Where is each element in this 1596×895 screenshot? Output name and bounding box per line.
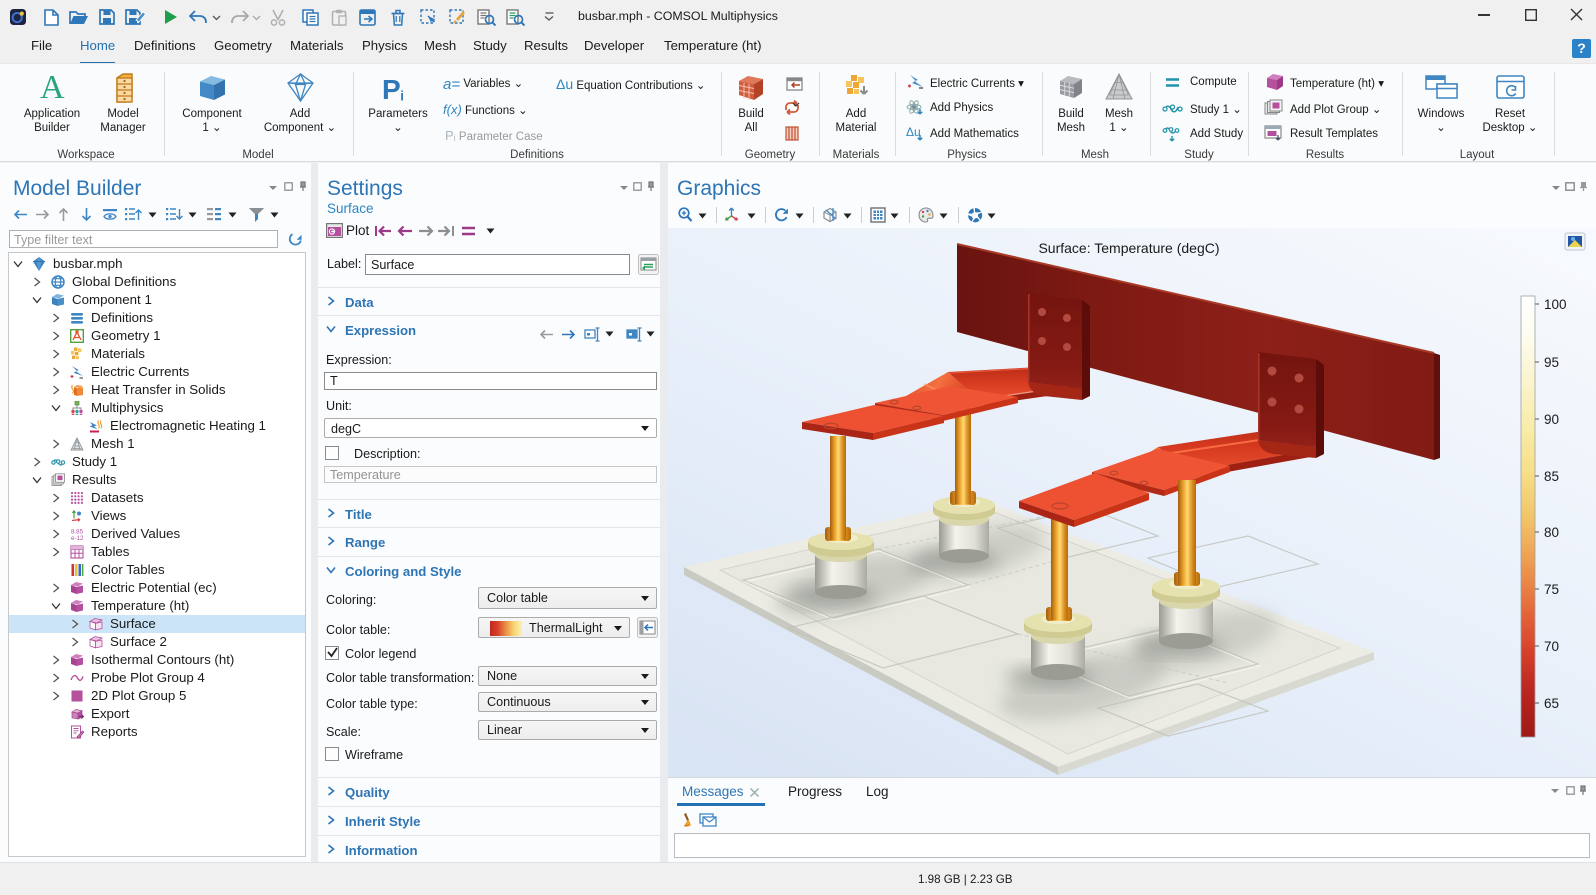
svg-text:85: 85 xyxy=(1544,469,1559,484)
svg-text:100: 100 xyxy=(1544,297,1567,312)
svg-text:e-12: e-12 xyxy=(71,535,84,541)
svg-text:70: 70 xyxy=(1544,639,1559,654)
svg-text:80: 80 xyxy=(1544,525,1559,540)
svg-text:65: 65 xyxy=(1544,696,1559,711)
svg-text:95: 95 xyxy=(1544,355,1559,370)
svg-text:Surface: Temperature (degC): Surface: Temperature (degC) xyxy=(1038,240,1219,256)
svg-text:75: 75 xyxy=(1544,582,1559,597)
svg-text:Δu: Δu xyxy=(906,125,921,139)
svg-text:90: 90 xyxy=(1544,412,1559,427)
